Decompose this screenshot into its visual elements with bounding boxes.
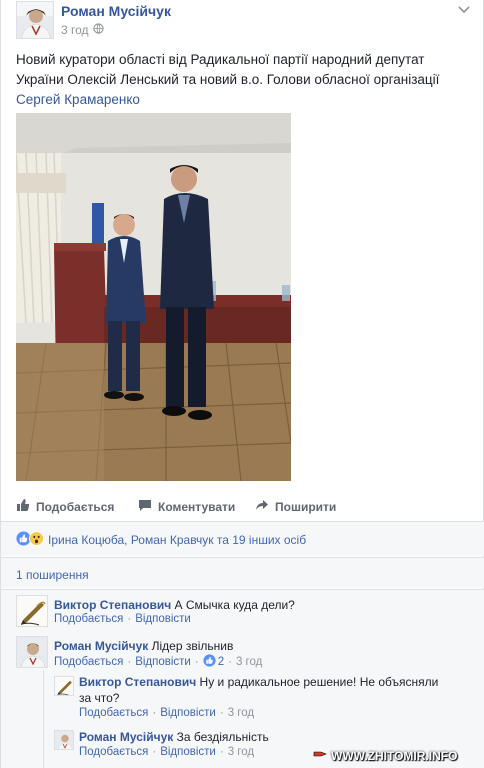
thumb-up-icon [16, 498, 30, 515]
meta-separator: · [152, 746, 157, 758]
watermark-text: WWW.ZHITOMIR.INFO [331, 748, 458, 763]
commenter-avatar[interactable] [16, 636, 48, 668]
post-timestamp[interactable]: 3 год [61, 23, 104, 37]
like-icon [203, 654, 216, 670]
comment-like-link[interactable]: Подобається [54, 656, 123, 668]
reply-text: Виктор Степанович Ну и радикальное решен… [79, 674, 439, 706]
commenter-avatar[interactable] [16, 595, 48, 627]
comment-button[interactable]: Коментувати [138, 498, 235, 515]
post-photo[interactable] [16, 113, 291, 481]
reply-time[interactable]: 3 год [228, 707, 254, 719]
comment-message: А Смычка куда дели? [174, 598, 295, 612]
comment-time[interactable]: 3 год [236, 656, 262, 668]
reply-message: За бездіяльність [176, 730, 269, 744]
comment-reply-link[interactable]: Відповісти [135, 613, 191, 625]
reply-author[interactable]: Виктор Степанович [79, 675, 196, 689]
comment-reaction-count[interactable]: 2 [203, 654, 224, 670]
reply-meta: Подобається · Відповісти · 3 год [79, 707, 254, 719]
meta-separator: · [228, 656, 232, 668]
author-avatar[interactable] [16, 1, 54, 39]
reply-text: Роман Мусійчук За бездіяльність [79, 729, 439, 745]
comment-meta: Подобається · Відповісти [54, 613, 191, 625]
share-button[interactable]: Поширити [255, 498, 336, 515]
meta-separator: · [152, 707, 157, 719]
reactions-summary[interactable]: Ірина Коцюба, Роман Кравчук та 19 інших … [16, 531, 306, 549]
meta-separator: · [219, 707, 224, 719]
meta-separator: · [127, 613, 132, 625]
post-options-chevron-icon[interactable] [457, 4, 471, 14]
reply-time[interactable]: 3 год [228, 746, 254, 758]
like-button[interactable]: Подобається [16, 498, 114, 515]
post-mention-link[interactable]: Сергей Крамаренко [16, 92, 140, 107]
hand-pointer-icon [313, 748, 327, 763]
shares-count[interactable]: 1 поширення [16, 568, 89, 582]
reply-avatar[interactable] [54, 730, 74, 750]
meta-separator: · [127, 656, 132, 668]
reply-author[interactable]: Роман Мусійчук [79, 730, 173, 744]
like-label: Подобається [36, 499, 115, 514]
comment-bubble-icon [138, 498, 152, 515]
comment-label: Коментувати [158, 499, 236, 514]
meta-separator: · [194, 656, 199, 668]
share-arrow-icon [255, 498, 269, 515]
post-author-name[interactable]: Роман Мусійчук [61, 3, 171, 19]
comment-meta: Подобається · Відповісти · 2 · 3 год [54, 654, 262, 670]
shares-bar: 1 поширення [1, 558, 484, 588]
reply-reply-link[interactable]: Відповісти [160, 707, 216, 719]
post-time[interactable]: 3 год [61, 23, 89, 37]
post-text: Новий куратори області від Радикальної п… [16, 50, 474, 110]
reaction-count: 2 [217, 656, 225, 668]
site-watermark: WWW.ZHITOMIR.INFO [313, 748, 457, 763]
reactions-names[interactable]: Ірина Коцюба, Роман Кравчук та 19 інших … [48, 533, 306, 547]
share-label: Поширити [275, 499, 337, 514]
comment-author[interactable]: Виктор Степанович [54, 598, 171, 612]
comment-reply-link[interactable]: Відповісти [135, 656, 191, 668]
comment-like-link[interactable]: Подобається [54, 613, 123, 625]
audience-globe-icon[interactable] [92, 23, 104, 37]
reply-meta: Подобається · Відповісти · 3 год [79, 746, 254, 758]
reply-avatar[interactable] [54, 676, 74, 696]
post-header: Роман Мусійчук 3 год [1, 0, 484, 44]
reply-reply-link[interactable]: Відповісти [160, 746, 216, 758]
reply-like-link[interactable]: Подобається [79, 707, 148, 719]
meta-separator: · [219, 746, 224, 758]
reactions-bar: Ірина Коцюба, Роман Кравчук та 19 інших … [1, 522, 484, 556]
reply-thread-line [43, 670, 44, 768]
comment-author[interactable]: Роман Мусійчук [54, 639, 148, 653]
comment-text: Роман Мусійчук Лідер звільнив [54, 638, 474, 654]
comment-message: Лідер звільнив [151, 639, 234, 653]
wow-icon [29, 531, 44, 549]
post-actions: Подобається Коментувати Поширити [1, 496, 484, 518]
comment-text: Виктор Степанович А Смычка куда дели? [54, 597, 474, 613]
facebook-post: Роман Мусійчук 3 год Новий куратори обла… [0, 0, 484, 768]
post-text-body: Новий куратори області від Радикальної п… [16, 52, 440, 87]
reply-like-link[interactable]: Подобається [79, 746, 148, 758]
reaction-icons [16, 531, 44, 549]
